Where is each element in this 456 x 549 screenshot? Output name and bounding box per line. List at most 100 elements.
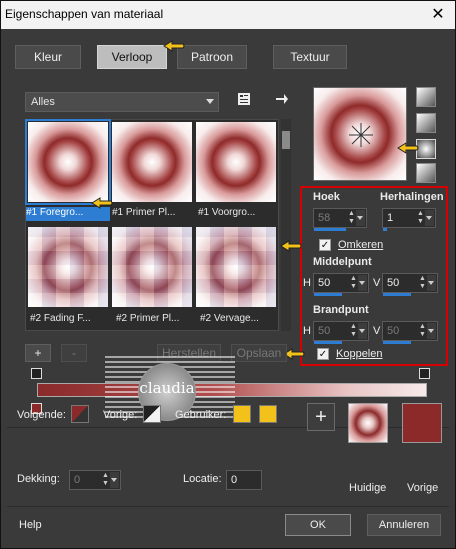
focal-h-spinner[interactable]: 50 ▲ ▼: [313, 321, 369, 344]
focal-v-slider[interactable]: [383, 341, 411, 344]
opacity-stop-left[interactable]: [31, 368, 42, 379]
angle-value: 58: [318, 212, 331, 224]
user-swatch-2[interactable]: [259, 405, 277, 423]
dropdown-arrow-icon[interactable]: [356, 210, 365, 226]
help-button[interactable]: Help: [19, 519, 42, 531]
gradient-thumb-2[interactable]: [112, 122, 192, 202]
close-icon[interactable]: ✕: [427, 4, 449, 26]
sunburst-style-icon[interactable]: [416, 163, 436, 183]
angle-spinner[interactable]: 58 ▲ ▼: [313, 208, 367, 231]
previous-label: Vorige: [407, 482, 439, 494]
focal-h-slider[interactable]: [314, 341, 342, 344]
dropdown-arrow-icon[interactable]: [358, 275, 367, 291]
remove-stop-button[interactable]: -: [61, 344, 87, 362]
repeats-label: Herhalingen: [380, 191, 444, 203]
spinner-arrows-icon[interactable]: ▲ ▼: [102, 472, 110, 488]
location-label: Locatie:: [183, 473, 222, 485]
spinner-arrows-icon[interactable]: ▲ ▼: [348, 210, 356, 226]
gradient-label-6[interactable]: #2 Vervage...: [200, 313, 284, 327]
location-input[interactable]: 0: [226, 470, 262, 490]
focal-v-spinner[interactable]: 50 ▲ ▼: [382, 321, 438, 344]
pointer-hand-icon: [163, 39, 185, 53]
scrollbar-thumb[interactable]: [282, 131, 290, 149]
spinner-arrows-icon[interactable]: ▲ ▼: [419, 323, 427, 339]
tab-patroon[interactable]: Patroon: [177, 45, 247, 69]
gallery-filter-dropdown[interactable]: Alles: [25, 92, 219, 112]
spinner-arrows-icon[interactable]: ▲ ▼: [350, 323, 358, 339]
list-view-icon[interactable]: [235, 92, 253, 110]
opacity-value: 0: [74, 474, 81, 486]
gradient-thumb-3[interactable]: [196, 122, 276, 202]
prev-swatch[interactable]: [143, 405, 161, 423]
previous-material-swatch[interactable]: [402, 403, 442, 443]
window-title: Eigenschappen van materiaal: [5, 7, 164, 21]
opacity-label: Dekking:: [17, 473, 60, 485]
link-label[interactable]: Koppelen: [336, 348, 383, 360]
prev-label: Vorige:: [103, 409, 138, 421]
spinner-arrows-icon[interactable]: ▲ ▼: [350, 275, 358, 291]
opacity-spinner[interactable]: 0 ▲ ▼: [69, 470, 121, 490]
gradient-thumb-5[interactable]: [112, 227, 192, 307]
spinner-arrows-icon[interactable]: ▲ ▼: [417, 210, 425, 226]
gallery-scrollbar[interactable]: [281, 119, 291, 331]
pointer-hand-icon: [280, 239, 302, 253]
arrow-right-icon[interactable]: [273, 92, 291, 110]
center-h-spinner[interactable]: 50 ▲ ▼: [313, 273, 369, 296]
dropdown-arrow-icon[interactable]: [427, 275, 436, 291]
focal-h-label: H: [303, 325, 311, 337]
radial-style-icon[interactable]: [416, 139, 436, 159]
tab-kleur[interactable]: Kleur: [15, 45, 81, 69]
angle-slider[interactable]: [314, 228, 346, 231]
center-v-label: V: [373, 277, 381, 289]
focal-point-label: Brandpunt: [313, 304, 369, 316]
gradient-preview[interactable]: [313, 87, 407, 181]
gradient-label-2[interactable]: #1 Primer Pl...: [112, 207, 196, 221]
repeats-spinner[interactable]: 1 ▲ ▼: [382, 208, 436, 231]
dropdown-arrow-icon[interactable]: [425, 210, 434, 226]
gradient-label-4[interactable]: #2 Fading F...: [30, 313, 114, 327]
add-swatch-button[interactable]: +: [307, 403, 335, 431]
link-checkbox[interactable]: ✓: [317, 348, 329, 360]
chevron-down-icon: [206, 99, 214, 104]
user-swatch-1[interactable]: [233, 405, 251, 423]
linear-style-icon[interactable]: [416, 87, 436, 107]
next-swatch[interactable]: [71, 405, 89, 423]
rectangular-style-icon[interactable]: [416, 113, 436, 133]
save-button[interactable]: Opslaan: [231, 344, 287, 362]
invert-label[interactable]: Omkeren: [338, 239, 383, 251]
user-label: Gebruiker:: [175, 409, 227, 421]
opacity-stop-right[interactable]: [419, 368, 430, 379]
add-stop-button[interactable]: +: [25, 344, 51, 362]
tab-verloop[interactable]: Verloop: [97, 45, 167, 69]
dropdown-arrow-icon[interactable]: [110, 472, 119, 488]
center-h-slider[interactable]: [314, 293, 342, 296]
invert-checkbox[interactable]: ✓: [319, 239, 331, 251]
dropdown-arrow-icon[interactable]: [358, 323, 367, 339]
center-v-spinner[interactable]: 50 ▲ ▼: [382, 273, 438, 296]
crosshair-icon[interactable]: [314, 88, 408, 182]
focal-v-value: 50: [387, 325, 400, 337]
dropdown-arrow-icon[interactable]: [427, 323, 436, 339]
material-properties-dialog: Eigenschappen van materiaal ✕ Kleur Verl…: [0, 0, 456, 549]
repeats-value: 1: [387, 212, 394, 224]
spinner-arrows-icon[interactable]: ▲ ▼: [419, 275, 427, 291]
center-h-value: 50: [318, 277, 331, 289]
ok-button[interactable]: OK: [285, 514, 351, 536]
next-label: Volgende:: [17, 409, 66, 421]
gradient-thumb-1[interactable]: [25, 119, 111, 205]
cancel-button[interactable]: Annuleren: [367, 514, 441, 536]
focal-h-value: 50: [318, 325, 331, 337]
gradient-thumb-4[interactable]: [28, 227, 108, 307]
repeats-slider[interactable]: [383, 228, 387, 231]
center-v-slider[interactable]: [383, 293, 411, 296]
angle-label: Hoek: [313, 191, 340, 203]
gradient-thumb-6[interactable]: [196, 227, 276, 307]
pointer-hand-icon: [397, 141, 419, 155]
gradient-label-3[interactable]: #1 Voorgro...: [198, 207, 282, 221]
tab-textuur[interactable]: Textuur: [273, 45, 347, 69]
location-value: 0: [231, 474, 238, 486]
gradient-label-5[interactable]: #2 Primer Pl...: [116, 313, 200, 327]
gallery-filter-value: Alles: [31, 96, 55, 108]
current-material-swatch[interactable]: [348, 403, 388, 443]
title-bar: Eigenschappen van materiaal ✕: [1, 1, 455, 29]
